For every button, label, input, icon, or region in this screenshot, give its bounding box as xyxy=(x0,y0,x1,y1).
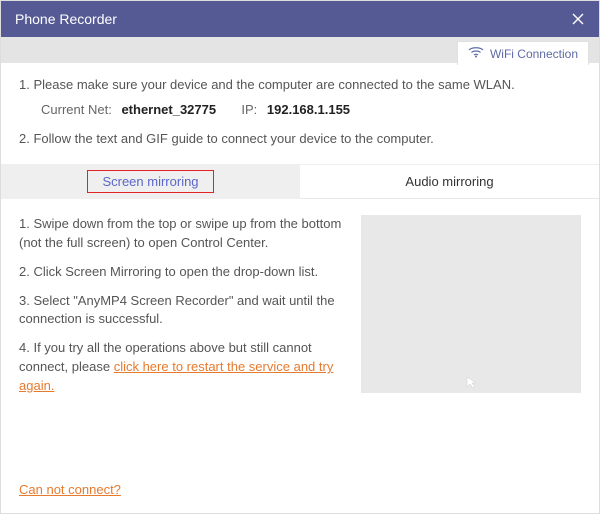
guide-steps: 1. Swipe down from the top or swipe up f… xyxy=(19,215,347,406)
guide-body: 1. Swipe down from the top or swipe up f… xyxy=(1,199,599,474)
phone-recorder-window: Phone Recorder WiFi Connection 1. Please… xyxy=(0,0,600,514)
titlebar: Phone Recorder xyxy=(1,1,599,37)
wifi-tab-label: WiFi Connection xyxy=(490,47,578,61)
cursor-icon xyxy=(465,375,483,389)
network-info: Current Net: ethernet_32775 IP: 192.168.… xyxy=(41,102,581,117)
connection-info: 1. Please make sure your device and the … xyxy=(1,63,599,165)
window-title: Phone Recorder xyxy=(15,11,117,27)
tab-screen-mirroring[interactable]: Screen mirroring xyxy=(1,165,300,199)
ip-value: 192.168.1.155 xyxy=(267,102,350,117)
cannot-connect-link[interactable]: Can not connect? xyxy=(19,482,121,497)
tab-audio-mirroring[interactable]: Audio mirroring xyxy=(300,165,599,199)
gif-preview xyxy=(361,215,581,393)
instruction-step-2: 2. Follow the text and GIF guide to conn… xyxy=(19,131,581,146)
guide-step-2: 2. Click Screen Mirroring to open the dr… xyxy=(19,263,347,282)
guide-step-4: 4. If you try all the operations above b… xyxy=(19,339,347,396)
guide-step-3: 3. Select "AnyMP4 Screen Recorder" and w… xyxy=(19,292,347,330)
current-net-label: Current Net: xyxy=(41,102,112,117)
current-net-value: ethernet_32775 xyxy=(121,102,216,117)
wifi-icon xyxy=(468,46,484,61)
tab-screen-label: Screen mirroring xyxy=(87,170,213,193)
mirroring-tabs: Screen mirroring Audio mirroring xyxy=(1,165,599,199)
guide-step-1: 1. Swipe down from the top or swipe up f… xyxy=(19,215,347,253)
ip-label: IP: xyxy=(241,102,257,117)
close-icon[interactable] xyxy=(571,12,585,26)
tab-audio-label: Audio mirroring xyxy=(405,174,493,189)
instruction-step-1: 1. Please make sure your device and the … xyxy=(19,77,581,92)
wifi-connection-tab[interactable]: WiFi Connection xyxy=(457,41,589,65)
toolbar: WiFi Connection xyxy=(1,37,599,63)
footer: Can not connect? xyxy=(1,474,599,513)
